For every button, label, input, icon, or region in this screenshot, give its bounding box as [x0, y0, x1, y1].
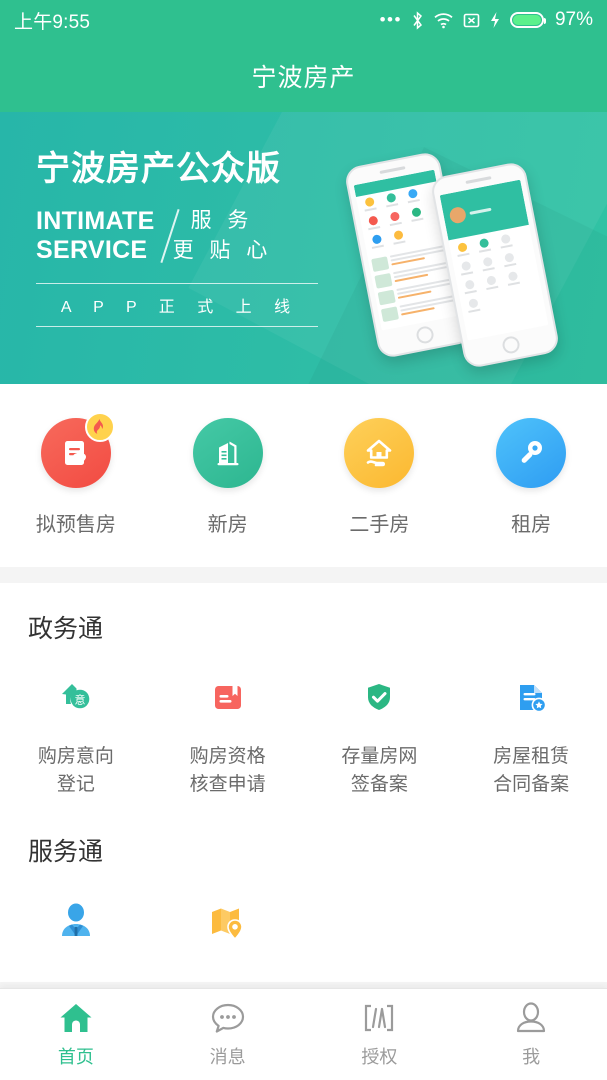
- quick-link-label: 租房: [511, 514, 552, 536]
- section-government-services: 政务通 意 购房意向 登记 购房资格 核查申请 存量房网 签备案 房屋租赁 合同…: [0, 583, 607, 799]
- quick-link-new-house[interactable]: 新房: [152, 418, 304, 537]
- phone-mockups: [343, 136, 595, 376]
- banner-text: 宁波房产公众版 INTIMATE SERVICE 服 务 更 贴 心 A P P…: [36, 152, 336, 327]
- status-bar: 上午9:55 ••• 97%: [0, 0, 607, 40]
- presale-house-icon: [40, 412, 115, 488]
- tab-messages[interactable]: 消息: [152, 989, 304, 1080]
- battery-percent: 97%: [554, 9, 593, 30]
- tab-home[interactable]: 首页: [0, 989, 152, 1080]
- banner-english-line2: SERVICE: [36, 236, 148, 265]
- title-bar: 宁波房产: [0, 40, 607, 112]
- service-item-placeholder-4: [455, 896, 607, 968]
- service-item-agent[interactable]: [0, 896, 152, 968]
- quick-link-label: 二手房: [349, 514, 410, 536]
- banner-footer-block: A P P 正 式 上 线: [36, 282, 318, 327]
- service-item-placeholder-3: [304, 896, 456, 968]
- tab-label: 授权: [361, 1047, 398, 1067]
- service-item-qualification-check[interactable]: 购房资格 核查申请: [152, 671, 304, 798]
- bookmark-document-icon: [202, 671, 254, 723]
- more-dots-icon: •••: [379, 10, 402, 29]
- house-in-hand-icon: [344, 418, 415, 488]
- quick-links-row: 拟预售房 新房 二手房 租房: [0, 384, 607, 567]
- service-item-resale-filing[interactable]: 存量房网 签备案: [304, 671, 456, 798]
- service-item-purchase-intent[interactable]: 意 购房意向 登记: [0, 671, 152, 798]
- quick-link-presale[interactable]: 拟预售房: [0, 412, 152, 537]
- person-icon: [517, 1002, 546, 1033]
- tab-label: 消息: [209, 1047, 246, 1067]
- page-title: 宁波房产: [251, 64, 356, 92]
- service-item-map[interactable]: [152, 896, 304, 968]
- chat-bubble-icon: [211, 1003, 244, 1033]
- banner-chinese-line2: 更 贴 心: [172, 239, 273, 263]
- quick-link-label: 拟预售房: [35, 514, 116, 536]
- agent-person-icon: [50, 896, 102, 948]
- key-icon: [496, 418, 567, 488]
- service-item-label: 房屋租赁 合同备案: [493, 746, 570, 795]
- barcode-icon: [365, 1004, 394, 1032]
- banner-rule-bottom: [36, 325, 318, 327]
- wifi-icon: [434, 13, 453, 29]
- service-item-lease-contract-filing[interactable]: 房屋租赁 合同备案: [455, 671, 607, 798]
- quick-link-label: 新房: [207, 514, 248, 536]
- service-item-label: 购房资格 核查申请: [189, 746, 266, 795]
- section-title: 服务通: [28, 838, 104, 867]
- tab-label: 我: [522, 1047, 541, 1067]
- map-location-icon: [202, 896, 254, 948]
- bluetooth-icon: [413, 10, 422, 30]
- house-intent-icon: 意: [50, 671, 102, 723]
- status-time: 上午9:55: [14, 11, 91, 33]
- section-life-services: 服务通: [0, 798, 607, 969]
- charging-bolt-icon: [490, 12, 499, 28]
- banner-chinese-line1: 服 务: [190, 209, 254, 232]
- contract-seal-icon: [505, 671, 557, 723]
- new-building-icon: [192, 418, 263, 488]
- home-icon: [60, 1004, 92, 1032]
- banner-headline: 宁波房产公众版: [36, 150, 281, 188]
- sim-no-signal-icon: [463, 13, 480, 27]
- tab-label: 首页: [57, 1047, 94, 1067]
- service-item-label: 购房意向 登记: [37, 746, 114, 795]
- banner-english-line1: INTIMATE: [36, 206, 155, 235]
- tab-profile[interactable]: 我: [455, 989, 607, 1080]
- flame-badge-icon: [84, 412, 115, 442]
- promo-banner[interactable]: 宁波房产公众版 INTIMATE SERVICE 服 务 更 贴 心 A P P…: [0, 112, 607, 384]
- section-title: 政务通: [28, 615, 104, 643]
- bottom-tab-bar: 首页 消息 授权 我: [0, 988, 607, 1080]
- battery-icon: [509, 12, 546, 28]
- status-icons: ••• 97%: [380, 9, 593, 31]
- banner-footer-text: A P P 正 式 上 线: [60, 298, 300, 316]
- section-divider: [0, 567, 607, 583]
- shield-check-icon: [353, 671, 405, 723]
- svg-text:意: 意: [74, 693, 85, 707]
- service-item-label: 存量房网 签备案: [341, 746, 418, 795]
- app-root: 上午9:55 ••• 97% 宁波房产 宁波房产公众版 INTIMATE SER…: [0, 0, 607, 1080]
- quick-link-rent[interactable]: 租房: [455, 418, 607, 537]
- quick-link-second-hand[interactable]: 二手房: [304, 418, 456, 537]
- tab-authorization[interactable]: 授权: [304, 989, 456, 1080]
